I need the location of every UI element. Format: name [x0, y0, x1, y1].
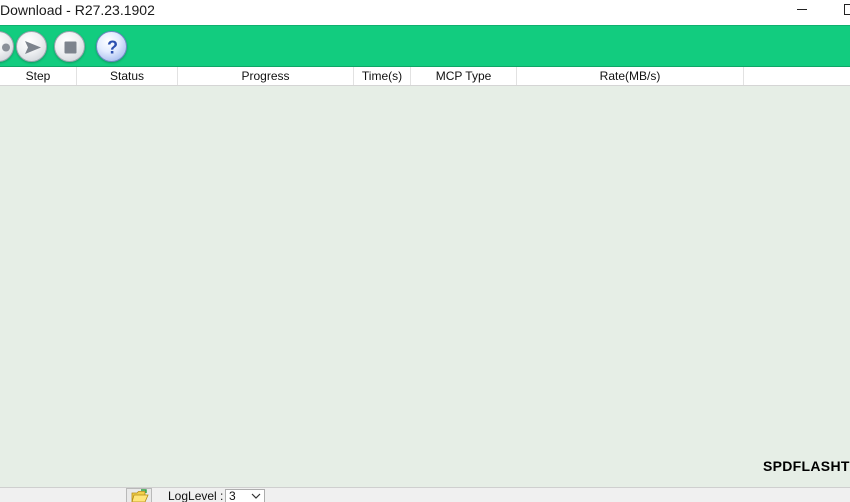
toolbar: ?: [0, 25, 850, 67]
gear-icon: [2, 43, 10, 52]
loglevel-value: 3: [229, 489, 236, 502]
svg-text:?: ?: [107, 38, 118, 58]
question-mark-icon: ?: [107, 38, 118, 58]
partial-button[interactable]: [0, 31, 14, 62]
column-header-status[interactable]: Status: [77, 67, 178, 85]
title-bar: Download - R27.23.1902: [0, 0, 850, 25]
open-log-folder-button[interactable]: [126, 488, 152, 502]
chevron-down-icon: [251, 493, 261, 499]
help-button[interactable]: ?: [96, 31, 127, 62]
column-header-progress[interactable]: Progress: [178, 67, 354, 85]
download-list[interactable]: [0, 86, 850, 487]
watermark-text: SPDFLASHTO: [763, 458, 850, 474]
window-title: Download - R27.23.1902: [0, 2, 155, 18]
column-header-rate[interactable]: Rate(MB/s): [517, 67, 744, 85]
table-header: Step Status Progress Time(s) MCP Type Ra…: [0, 67, 850, 86]
column-header-mcp-type[interactable]: MCP Type: [411, 67, 517, 85]
minimize-button[interactable]: [788, 0, 818, 25]
loglevel-dropdown[interactable]: 3: [225, 489, 265, 502]
status-bar: LogLevel : 3: [0, 487, 850, 502]
loglevel-label: LogLevel :: [168, 489, 224, 502]
maximize-button[interactable]: [836, 0, 850, 25]
stop-download-button[interactable]: [54, 31, 85, 62]
column-header-time[interactable]: Time(s): [354, 67, 411, 85]
play-arrow-icon: [25, 41, 41, 54]
column-header-step[interactable]: Step: [0, 67, 77, 85]
start-download-button[interactable]: [16, 31, 47, 62]
stop-square-icon: [64, 41, 77, 54]
folder-icon: [131, 489, 149, 502]
app-window: Download - R27.23.1902 ? Step Status Pro…: [0, 0, 850, 502]
